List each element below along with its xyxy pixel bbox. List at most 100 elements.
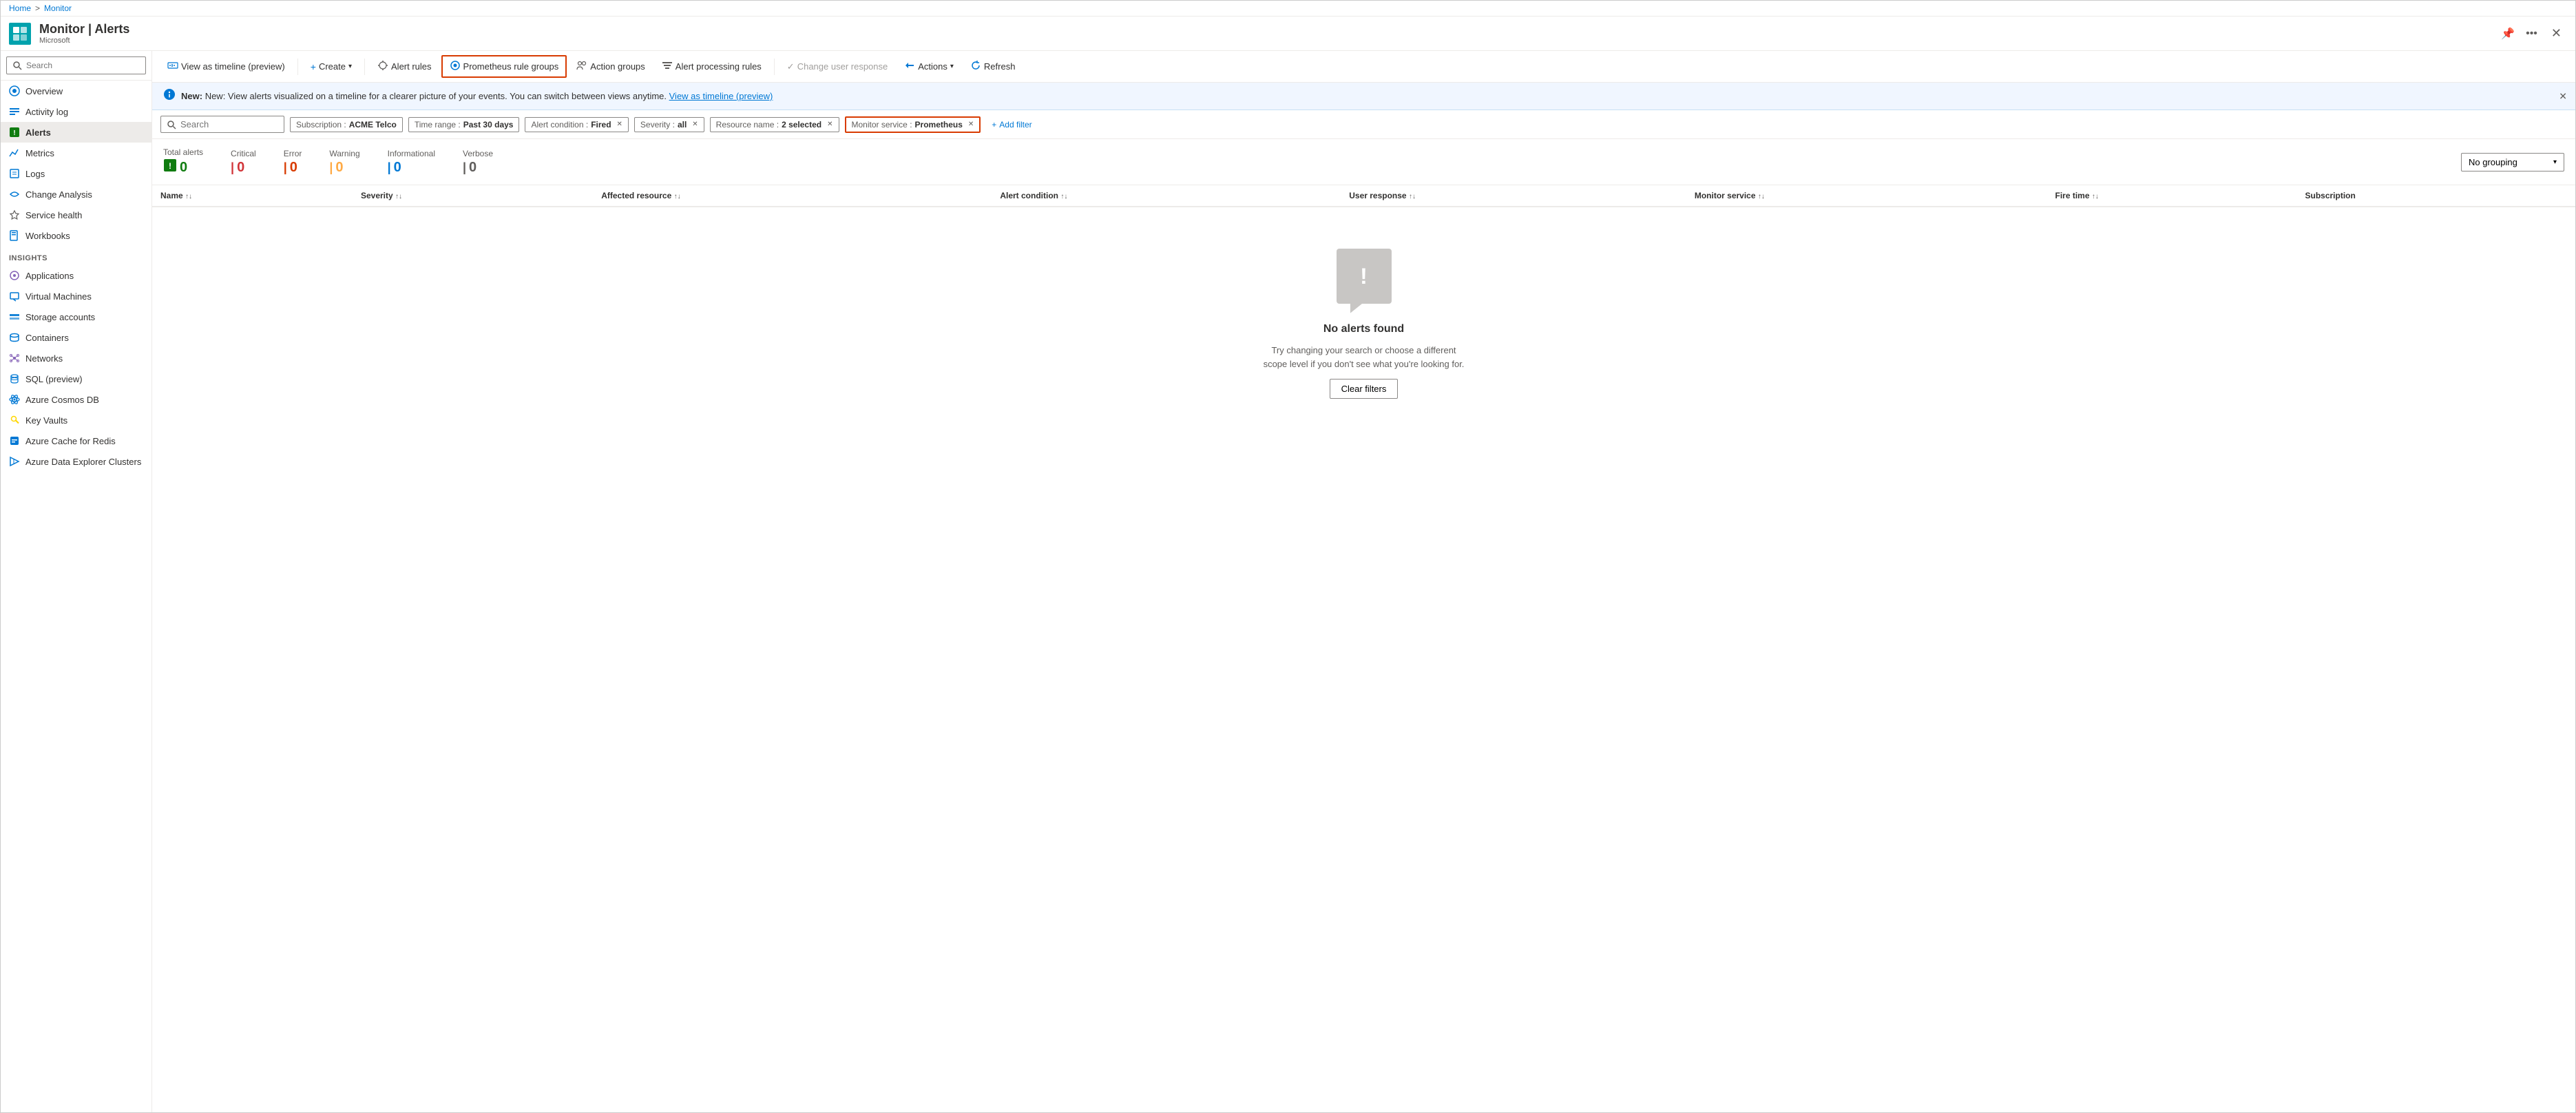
sidebar-item-sql[interactable]: SQL (preview) [1, 368, 151, 389]
app-icon [9, 23, 31, 45]
stats-row: Total alerts ! 0 Critical | 0 [152, 139, 2575, 185]
actions-icon [904, 60, 915, 73]
more-button[interactable]: ••• [2523, 25, 2540, 43]
monitor-service-filter[interactable]: Monitor service : Prometheus ✕ [845, 116, 981, 133]
svg-text:!: ! [13, 129, 15, 137]
add-filter-icon: + [992, 120, 996, 129]
monitor-service-close[interactable]: ✕ [968, 121, 974, 128]
search-filter[interactable] [160, 116, 284, 133]
verbose-icon: | [463, 160, 466, 175]
search-input[interactable] [180, 119, 277, 129]
col-affected-resource[interactable]: Affected resource ↑↓ [593, 185, 992, 207]
sidebar-item-workbooks[interactable]: Workbooks [1, 225, 151, 246]
sidebar-item-alerts[interactable]: ! Alerts [1, 122, 151, 143]
sidebar-item-overview[interactable]: Overview [1, 81, 151, 101]
alert-rules-icon [377, 60, 388, 73]
col-name[interactable]: Name ↑↓ [152, 185, 353, 207]
pin-button[interactable]: 📌 [2498, 24, 2517, 43]
cosmos-icon [9, 394, 20, 405]
change-user-response-button[interactable]: ✓ Change user response [780, 58, 894, 76]
severity-filter[interactable]: Severity : all ✕ [634, 117, 704, 132]
filters-bar: Subscription : ACME Telco Time range : P… [152, 110, 2575, 139]
alert-rules-button[interactable]: Alert rules [370, 56, 439, 76]
prometheus-rule-groups-button[interactable]: Prometheus rule groups [441, 55, 567, 78]
header-actions: 📌 ••• ✕ [2498, 23, 2567, 43]
key-vaults-icon [9, 415, 20, 426]
sidebar-search-input[interactable] [6, 56, 146, 74]
prometheus-icon [450, 60, 461, 73]
sidebar-item-data-explorer[interactable]: Azure Data Explorer Clusters [1, 451, 151, 472]
change-analysis-icon [9, 189, 20, 200]
col-severity[interactable]: Severity ↑↓ [353, 185, 593, 207]
total-icon: ! [163, 158, 177, 176]
page-header: Monitor | Alerts Microsoft 📌 ••• ✕ [1, 17, 2575, 51]
sidebar-item-cosmos-db[interactable]: Azure Cosmos DB [1, 389, 151, 410]
breadcrumb-separator: > [35, 3, 40, 13]
time-range-filter[interactable]: Time range : Past 30 days [408, 117, 520, 132]
sidebar-item-activity-log[interactable]: Activity log [1, 101, 151, 122]
sidebar-item-key-vaults[interactable]: Key Vaults [1, 410, 151, 430]
col-alert-condition[interactable]: Alert condition ↑↓ [992, 185, 1341, 207]
breadcrumb-home[interactable]: Home [9, 3, 31, 13]
action-groups-icon [576, 60, 587, 73]
resource-name-filter[interactable]: Resource name : 2 selected ✕ [710, 117, 839, 132]
notification-close-button[interactable]: ✕ [2559, 90, 2567, 102]
severity-sort-icon: ↑↓ [395, 193, 402, 200]
refresh-button[interactable]: Refresh [963, 56, 1023, 76]
fire-time-sort-icon: ↑↓ [2092, 193, 2099, 200]
header-title-group: Monitor | Alerts Microsoft [39, 22, 2490, 45]
notification-icon [163, 88, 176, 104]
logs-icon [9, 168, 20, 179]
grouping-dropdown[interactable]: No grouping ▾ [2461, 153, 2564, 171]
page-title: Monitor | Alerts [39, 22, 2490, 37]
severity-close[interactable]: ✕ [692, 121, 698, 128]
sidebar-item-logs[interactable]: Logs [1, 163, 151, 184]
alert-condition-close[interactable]: ✕ [617, 121, 622, 128]
page-subtitle: Microsoft [39, 37, 2490, 45]
add-filter-button[interactable]: + Add filter [986, 118, 1037, 132]
stat-verbose: Verbose | 0 [463, 149, 493, 176]
action-groups-button[interactable]: Action groups [569, 56, 652, 76]
sidebar-item-virtual-machines[interactable]: Virtual Machines [1, 286, 151, 306]
breadcrumb-monitor[interactable]: Monitor [44, 3, 72, 13]
alerts-icon: ! [9, 127, 20, 138]
sidebar-item-containers[interactable]: Containers [1, 327, 151, 348]
clear-filters-button[interactable]: Clear filters [1330, 379, 1399, 399]
breadcrumb: Home > Monitor [1, 1, 2575, 17]
checkmark-icon: ✓ [787, 61, 795, 72]
actions-button[interactable]: Actions ▾ [897, 56, 961, 76]
notification-link[interactable]: View as timeline (preview) [669, 91, 773, 101]
informational-icon: | [388, 160, 391, 175]
alert-processing-rules-button[interactable]: Alert processing rules [655, 56, 768, 76]
empty-state-title: No alerts found [1323, 323, 1404, 335]
sidebar-item-change-analysis[interactable]: Change Analysis [1, 184, 151, 205]
vms-icon [9, 291, 20, 302]
alert-condition-filter[interactable]: Alert condition : Fired ✕ [525, 117, 628, 132]
view-timeline-button[interactable]: View as timeline (preview) [160, 56, 292, 76]
col-user-response[interactable]: User response ↑↓ [1341, 185, 1686, 207]
sidebar-item-networks[interactable]: Networks [1, 348, 151, 368]
subscription-filter[interactable]: Subscription : ACME Telco [290, 117, 403, 132]
stat-informational: Informational | 0 [388, 149, 435, 176]
sidebar-item-storage-accounts[interactable]: Storage accounts [1, 306, 151, 327]
col-fire-time[interactable]: Fire time ↑↓ [2047, 185, 2297, 207]
sidebar-item-applications[interactable]: Applications [1, 265, 151, 286]
create-button[interactable]: + Create ▾ [304, 58, 359, 76]
toolbar-sep-3 [774, 59, 775, 75]
sidebar-item-redis[interactable]: Azure Cache for Redis [1, 430, 151, 451]
actions-dropdown-icon: ▾ [950, 63, 954, 70]
resource-name-close[interactable]: ✕ [827, 121, 833, 128]
empty-state-description: Try changing your search or choose a dif… [1261, 344, 1467, 371]
col-monitor-service[interactable]: Monitor service ↑↓ [1686, 185, 2047, 207]
sql-icon [9, 373, 20, 384]
sidebar-item-metrics[interactable]: Metrics [1, 143, 151, 163]
alert-condition-sort-icon: ↑↓ [1060, 193, 1067, 200]
stat-total-alerts: Total alerts ! 0 [163, 147, 203, 176]
notification-text: New: New: View alerts visualized on a ti… [181, 91, 773, 101]
table-header-row: Name ↑↓ Severity ↑↓ Affected resource ↑↓… [152, 185, 2575, 207]
user-response-sort-icon: ↑↓ [1409, 193, 1416, 200]
monitor-service-sort-icon: ↑↓ [1758, 193, 1765, 200]
close-button[interactable]: ✕ [2546, 23, 2567, 43]
networks-icon [9, 353, 20, 364]
sidebar-item-service-health[interactable]: Service health [1, 205, 151, 225]
